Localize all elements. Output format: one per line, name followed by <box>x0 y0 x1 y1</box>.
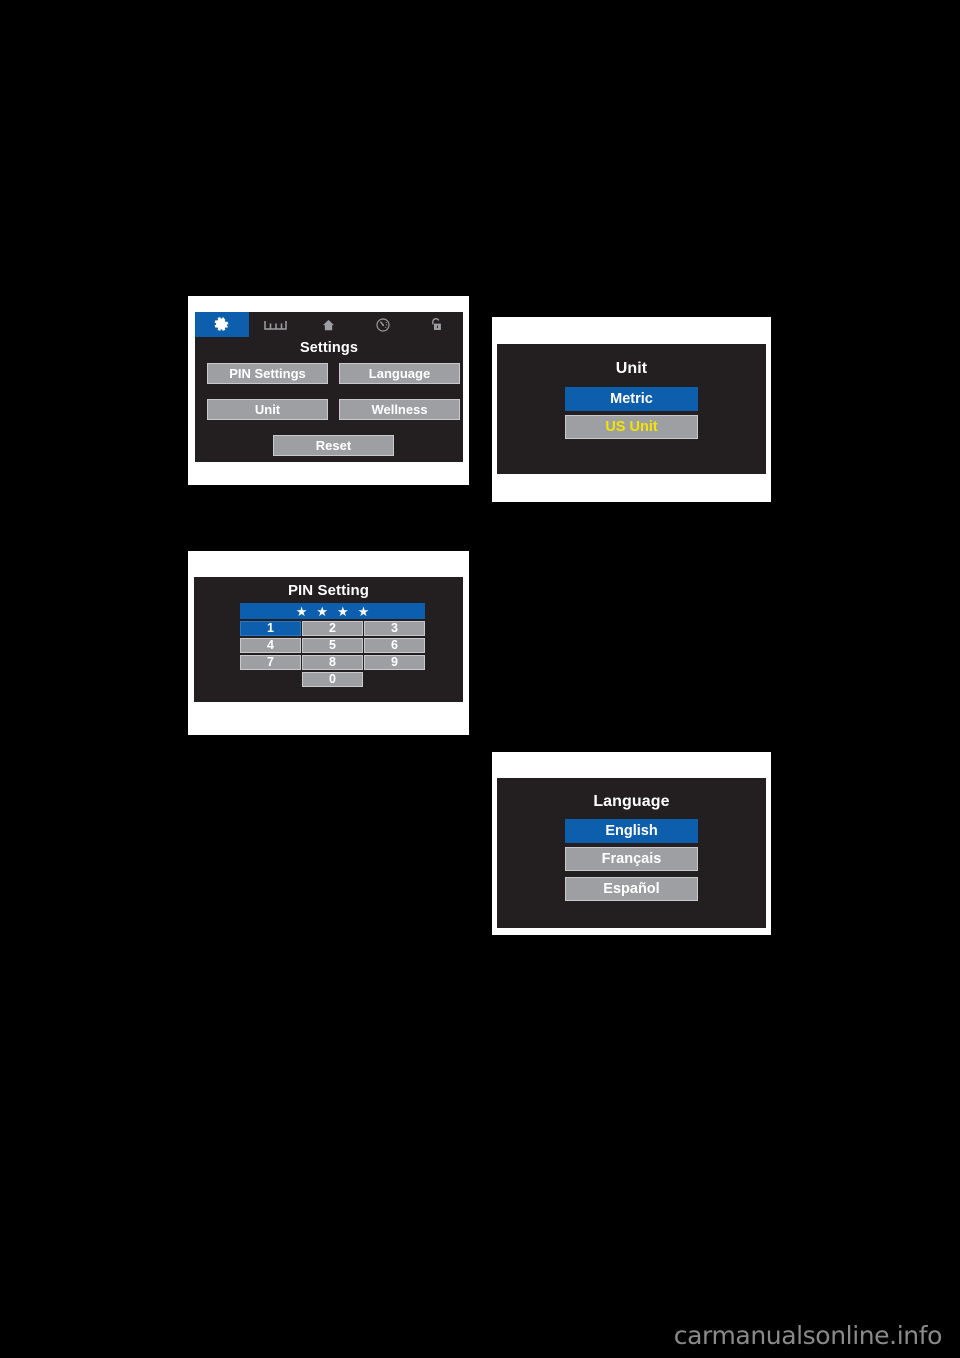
pin-mask-char: ★ <box>337 603 349 619</box>
wellness-button[interactable]: Wellness <box>339 399 460 420</box>
pin-settings-button[interactable]: PIN Settings <box>207 363 328 384</box>
language-option-francais[interactable]: Français <box>565 847 698 871</box>
pin-key-7[interactable]: 7 <box>240 655 301 670</box>
page-title: Settings <box>300 340 358 356</box>
pin-key-8[interactable]: 8 <box>302 655 363 670</box>
gear-icon-cell[interactable] <box>195 312 249 337</box>
pin-mask-char: ★ <box>295 603 308 619</box>
reset-button[interactable]: Reset <box>273 435 394 456</box>
unit-figure: Unit Metric US Unit <box>492 317 771 502</box>
trip-meter-icon <box>264 319 287 331</box>
pin-key-9[interactable]: 9 <box>364 655 425 670</box>
pin-entry-field[interactable]: ★ ★ ★ ★ <box>240 603 425 619</box>
language-option-espanol[interactable]: Español <box>565 877 698 901</box>
page-title: PIN Setting <box>287 582 370 599</box>
settings-display-screen: Settings PIN Settings Language Unit Well… <box>195 312 463 462</box>
pin-key-1[interactable]: 1 <box>240 621 301 636</box>
pin-key-2[interactable]: 2 <box>302 621 363 636</box>
pin-setting-figure: PIN Setting ★ ★ ★ ★ 1 2 3 4 5 6 7 8 9 0 <box>188 551 469 735</box>
pin-key-4[interactable]: 4 <box>240 638 301 653</box>
site-watermark: carmanualsonline.info <box>673 1321 943 1350</box>
home-icon <box>321 318 336 332</box>
home-icon-cell[interactable] <box>302 312 356 337</box>
lock-icon-cell[interactable] <box>409 312 463 337</box>
language-option-english[interactable]: English <box>565 819 698 843</box>
unit-display-screen: Unit Metric US Unit <box>497 344 766 474</box>
gear-icon <box>213 316 230 333</box>
pin-key-3[interactable]: 3 <box>364 621 425 636</box>
page-title: Unit <box>615 360 648 377</box>
language-display-screen: Language English Français Español <box>497 778 766 928</box>
gauge-icon-cell[interactable] <box>356 312 410 337</box>
gauge-icon <box>375 317 391 333</box>
pin-mask-char: ★ <box>316 603 328 619</box>
pin-display-screen: PIN Setting ★ ★ ★ ★ 1 2 3 4 5 6 7 8 9 0 <box>194 577 463 702</box>
pin-key-0[interactable]: 0 <box>302 672 363 687</box>
trip-meter-icon-cell[interactable] <box>249 312 303 337</box>
unit-option-us-unit[interactable]: US Unit <box>565 415 698 439</box>
unit-button[interactable]: Unit <box>207 399 328 420</box>
page-title: Language <box>593 793 670 810</box>
unit-option-metric[interactable]: Metric <box>565 387 698 411</box>
pin-mask-char: ★ <box>357 603 370 619</box>
language-button[interactable]: Language <box>339 363 460 384</box>
settings-figure: Settings PIN Settings Language Unit Well… <box>188 296 469 485</box>
pin-key-5[interactable]: 5 <box>302 638 363 653</box>
status-icon-bar <box>195 312 463 337</box>
lock-icon <box>429 317 443 332</box>
pin-key-6[interactable]: 6 <box>364 638 425 653</box>
language-figure: Language English Français Español <box>492 752 771 935</box>
